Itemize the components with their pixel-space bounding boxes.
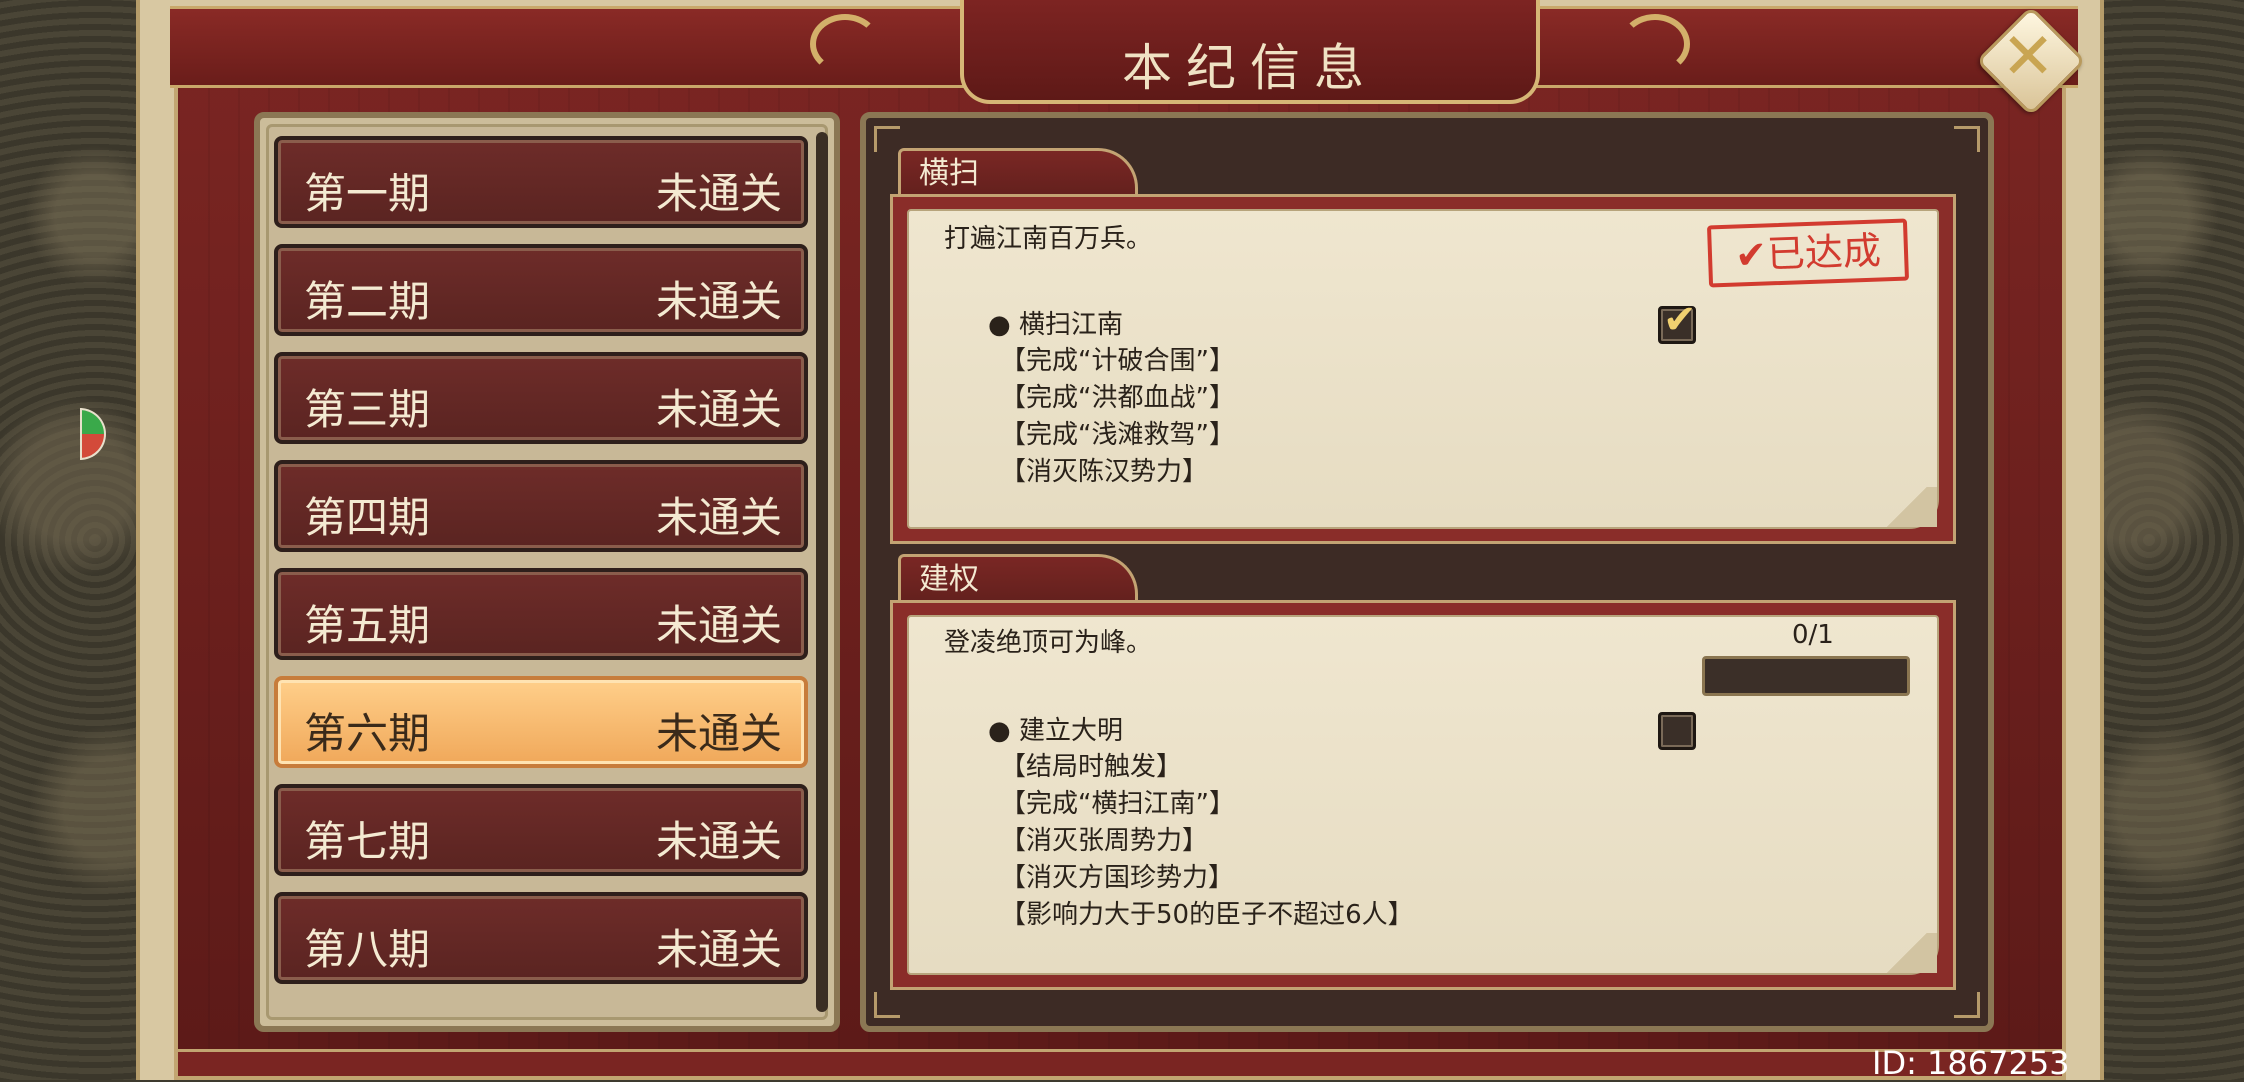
period-item-6[interactable]: 第六期 未通关 (274, 676, 808, 768)
requirement-item: 【完成“横扫江南”】 (1000, 789, 1235, 819)
section-tab-sweep: 横扫 (898, 148, 1138, 198)
progress-count: 0/1 (1792, 620, 1834, 650)
period-status: 未通关 (655, 817, 782, 866)
banner-curl-right-icon (1620, 14, 1690, 74)
goal-checkbox: ✔ (1658, 297, 1697, 344)
period-name: 第四期 (304, 493, 431, 542)
check-icon: ✔ (1663, 297, 1697, 343)
period-status: 未通关 (655, 925, 782, 974)
period-name: 第五期 (304, 601, 431, 650)
period-item-8[interactable]: 第八期 未通关 (274, 892, 808, 984)
requirement-item: 【消灭陈汉势力】 (1000, 457, 1209, 487)
period-name: 第三期 (304, 385, 431, 434)
period-status: 未通关 (655, 709, 782, 758)
period-item-2[interactable]: 第二期 未通关 (274, 244, 808, 336)
page-curl-icon (1877, 933, 1937, 973)
player-id: ID: 1867253 (1872, 1044, 2070, 1082)
achievement-goal: ● 建立大明 (988, 716, 1123, 746)
corner-ornament-icon (1954, 992, 1980, 1018)
period-status: 未通关 (655, 169, 782, 218)
banner-curl-left-icon (810, 14, 880, 74)
requirement-item: 【消灭张周势力】 (1000, 826, 1209, 856)
corner-ornament-icon (1954, 126, 1980, 152)
period-name: 第六期 (304, 709, 431, 758)
corner-ornament-icon (874, 992, 900, 1018)
goal-checkbox (1658, 712, 1696, 750)
progress-bar (1702, 656, 1910, 696)
period-item-7[interactable]: 第七期 未通关 (274, 784, 808, 876)
section-tab-establish: 建权 (898, 554, 1138, 604)
page-curl-icon (1877, 487, 1937, 527)
requirement-item: 【消灭方国珍势力】 (1000, 863, 1235, 893)
period-list-scrollbar[interactable] (816, 132, 828, 1012)
requirement-item: 【完成“浅滩救驾”】 (1000, 420, 1235, 450)
period-name: 第一期 (304, 169, 431, 218)
requirement-item: 【影响力大于50的臣子不超过6人】 (1000, 900, 1414, 930)
requirement-item: 【完成“计破合围”】 (1000, 346, 1235, 376)
period-status: 未通关 (655, 385, 782, 434)
corner-ornament-icon (874, 126, 900, 152)
period-item-4[interactable]: 第四期 未通关 (274, 460, 808, 552)
period-status: 未通关 (655, 277, 782, 326)
period-status: 未通关 (655, 493, 782, 542)
requirement-item: 【完成“洪都血战”】 (1000, 383, 1235, 413)
period-item-1[interactable]: 第一期 未通关 (274, 136, 808, 228)
frame-bottom-lip (178, 1049, 2062, 1076)
period-name: 第七期 (304, 817, 431, 866)
achievement-goal: ● 横扫江南 (988, 310, 1123, 340)
period-status: 未通关 (655, 601, 782, 650)
achieved-stamp: ✔已达成 (1706, 218, 1910, 288)
period-item-3[interactable]: 第三期 未通关 (274, 352, 808, 444)
period-name: 第二期 (304, 277, 431, 326)
period-item-5[interactable]: 第五期 未通关 (274, 568, 808, 660)
close-button[interactable]: ✕ (1975, 5, 2087, 117)
achievement-description: 登凌绝顶可为峰。 (944, 628, 1153, 658)
achievement-description: 打遍江南百万兵。 (944, 224, 1153, 254)
period-name: 第八期 (304, 925, 431, 974)
page-title: 本纪信息 (1122, 39, 1378, 97)
close-x-icon: ✕ (2001, 20, 2055, 94)
requirement-item: 【结局时触发】 (1000, 752, 1183, 782)
